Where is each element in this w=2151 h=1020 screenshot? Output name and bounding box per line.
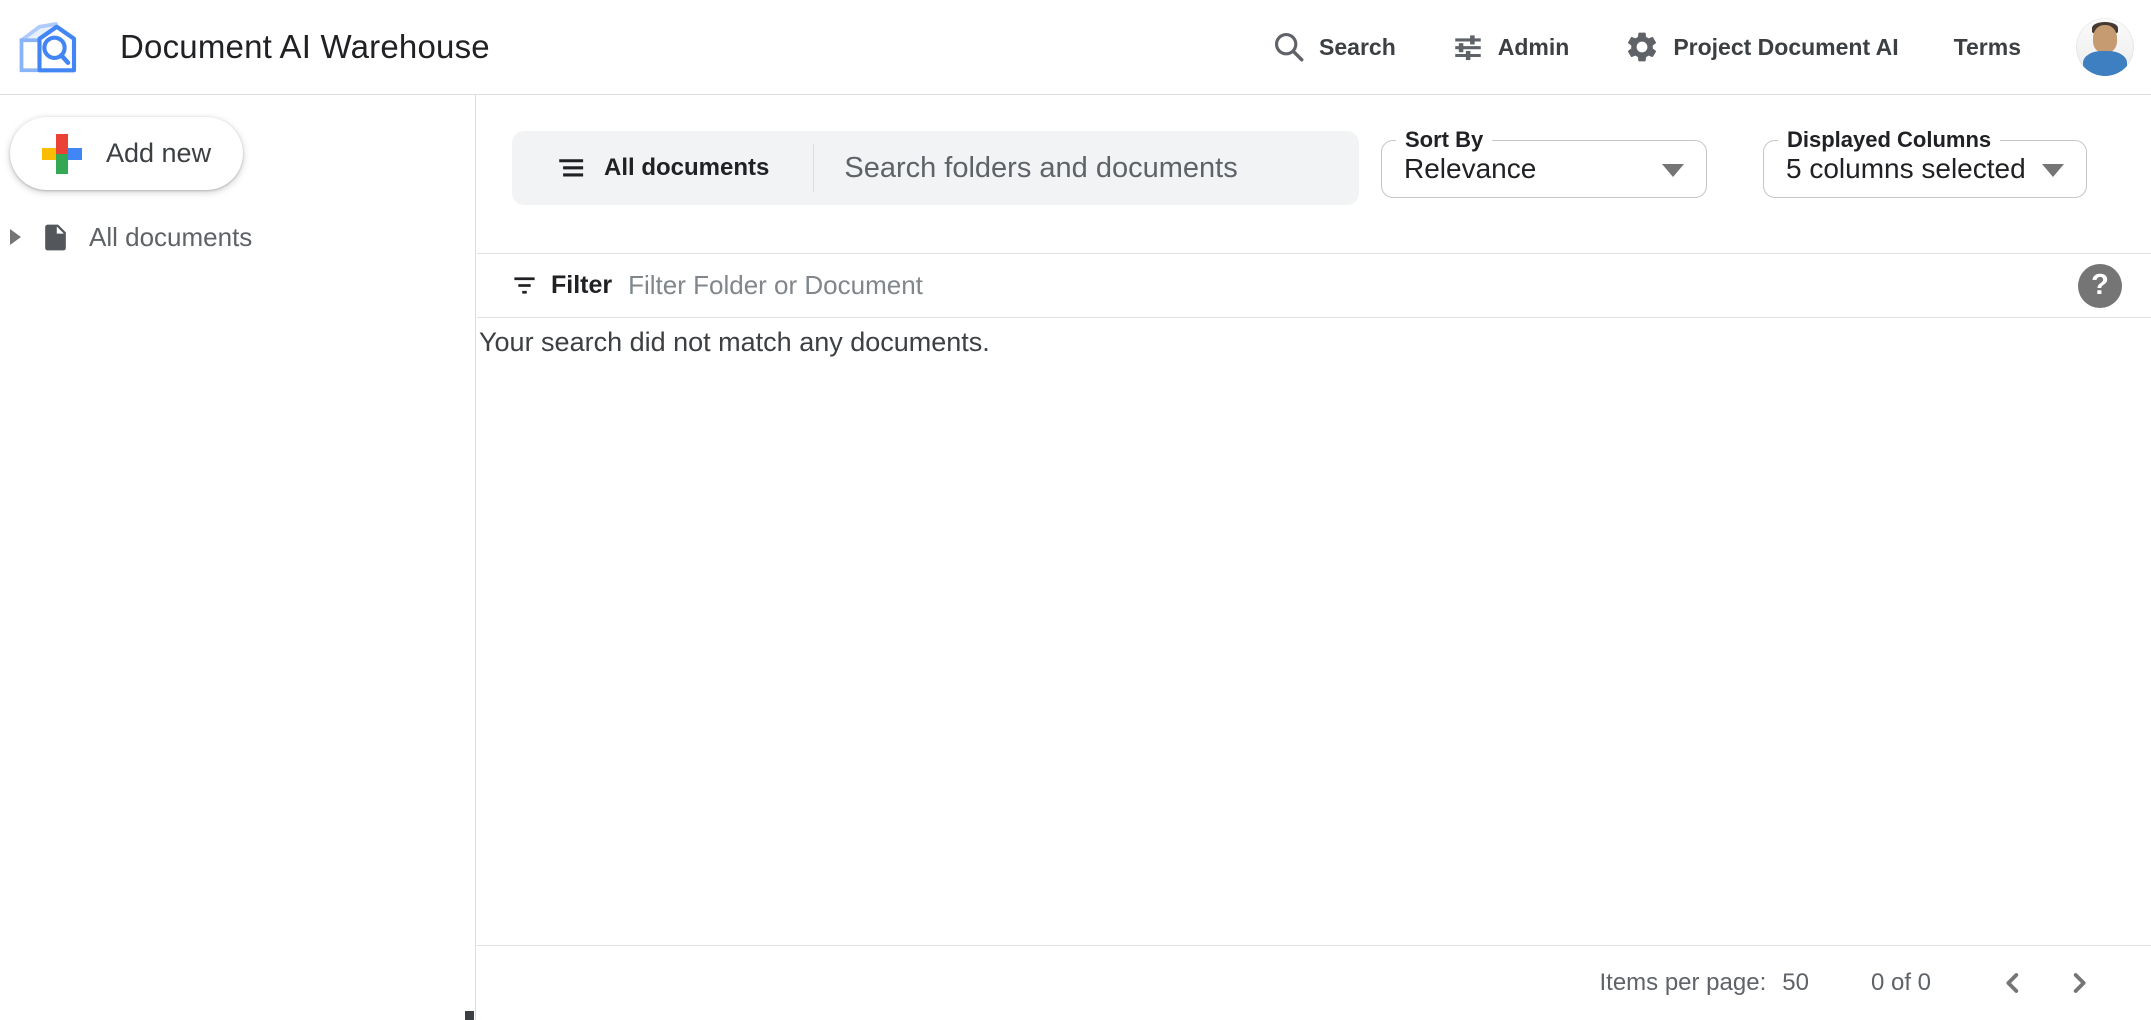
add-new-button[interactable]: Add new xyxy=(10,117,243,190)
filter-label: Filter xyxy=(551,271,612,300)
scope-label: All documents xyxy=(604,154,769,182)
next-page-button[interactable] xyxy=(2055,959,2103,1007)
displayed-columns-label: Displayed Columns xyxy=(1778,127,2000,153)
filter-icon xyxy=(511,272,538,299)
search-bar: All documents xyxy=(512,131,1359,205)
displayed-columns-value: 5 columns selected xyxy=(1786,153,2026,185)
sort-by-label: Sort By xyxy=(1396,127,1492,153)
search-icon xyxy=(1272,30,1306,64)
search-input[interactable] xyxy=(844,131,1359,205)
chevron-right-icon xyxy=(2063,967,2095,999)
document-icon xyxy=(40,222,71,253)
toolbar: All documents Sort By Relevance Displaye… xyxy=(477,95,2151,253)
tune-icon xyxy=(1451,30,1485,64)
app-logo-icon[interactable] xyxy=(14,17,80,77)
sort-by-select[interactable]: Sort By Relevance xyxy=(1381,140,1707,198)
main-panel: All documents Sort By Relevance Displaye… xyxy=(477,95,2151,1020)
filter-input[interactable] xyxy=(628,254,2078,317)
sidebar: Add new All documents xyxy=(0,95,476,1020)
items-per-page-label: Items per page: xyxy=(1599,969,1766,997)
nav-terms-label: Terms xyxy=(1954,34,2021,61)
chevron-down-icon xyxy=(1662,164,1684,177)
sort-lines-icon xyxy=(556,153,587,184)
user-avatar[interactable] xyxy=(2076,18,2134,76)
caret-right-icon[interactable] xyxy=(10,229,21,245)
avatar-face xyxy=(2093,25,2117,53)
filter-row: Filter ? xyxy=(477,253,2151,318)
searchbar-divider xyxy=(813,144,814,192)
sort-by-value: Relevance xyxy=(1404,153,1536,185)
add-new-label: Add new xyxy=(106,138,211,169)
gear-icon xyxy=(1624,29,1660,65)
chevron-down-icon xyxy=(2042,164,2064,177)
chevron-left-icon xyxy=(1997,967,2029,999)
nav-project-label: Project Document AI xyxy=(1673,34,1898,61)
sidebar-item-all-documents[interactable]: All documents xyxy=(0,213,475,261)
resize-handle-artifact xyxy=(465,1011,474,1020)
nav-search[interactable]: Search xyxy=(1272,30,1396,64)
help-icon[interactable]: ? xyxy=(2078,264,2122,308)
top-navigation: Search Admin Project Document xyxy=(1272,18,2151,76)
page-range-label: 0 of 0 xyxy=(1871,969,1931,997)
scope-selector-button[interactable]: All documents xyxy=(512,131,769,205)
page-title: Document AI Warehouse xyxy=(120,28,490,66)
nav-admin[interactable]: Admin xyxy=(1451,30,1570,64)
app-header: Document AI Warehouse Search xyxy=(0,0,2151,95)
plus-icon xyxy=(42,134,82,174)
pagination-bar: Items per page: 50 0 of 0 xyxy=(477,945,2151,1020)
nav-project[interactable]: Project Document AI xyxy=(1624,29,1898,65)
sidebar-item-label: All documents xyxy=(89,222,252,253)
avatar-shirt xyxy=(2083,51,2127,76)
nav-search-label: Search xyxy=(1319,34,1396,61)
empty-state-message: Your search did not match any documents. xyxy=(479,327,2151,358)
displayed-columns-select[interactable]: Displayed Columns 5 columns selected xyxy=(1763,140,2087,198)
page-size-value[interactable]: 50 xyxy=(1782,969,1809,997)
prev-page-button[interactable] xyxy=(1989,959,2037,1007)
nav-admin-label: Admin xyxy=(1498,34,1570,61)
help-glyph: ? xyxy=(2091,269,2109,302)
nav-terms[interactable]: Terms xyxy=(1954,34,2021,61)
